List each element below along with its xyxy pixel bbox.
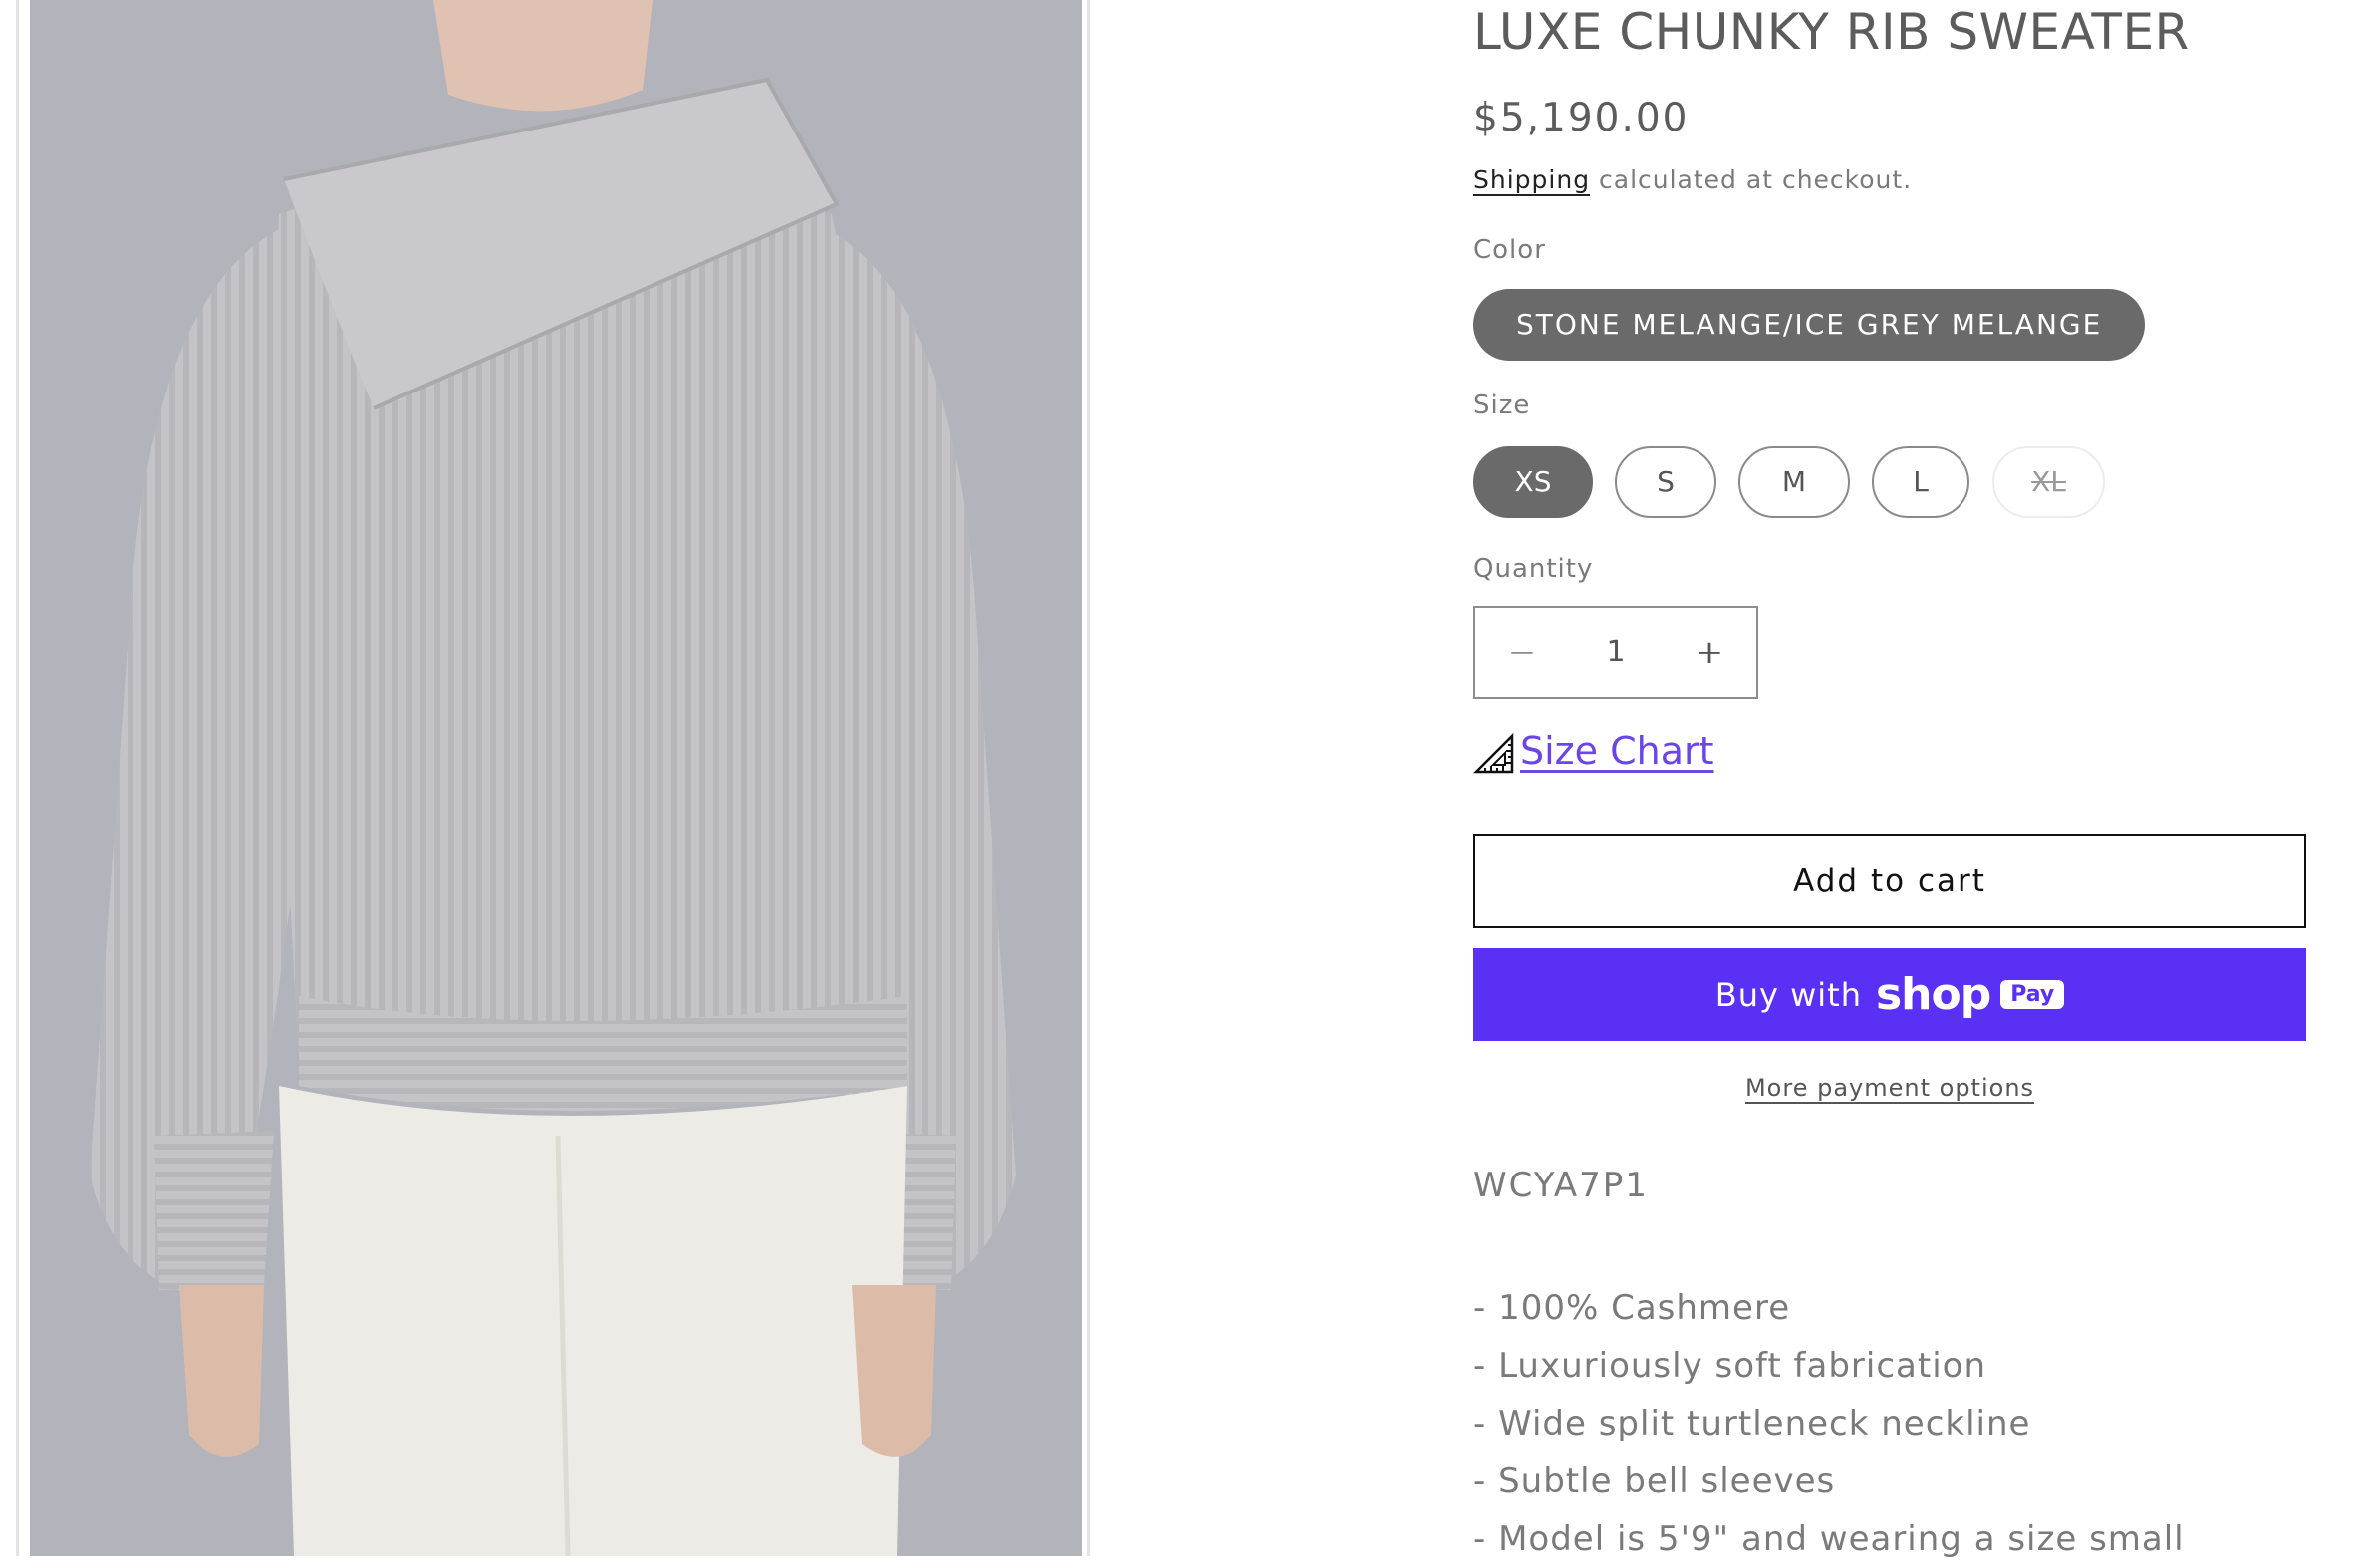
pay-badge: Pay [2000, 980, 2065, 1009]
ruler-icon [1473, 733, 1514, 774]
product-sku: WCYA7P1 [1473, 1166, 1649, 1205]
quantity-decrease-button[interactable]: − [1475, 608, 1569, 697]
list-item: - Luxuriously soft fabrication [1473, 1346, 1986, 1386]
list-item: - Model is 5'9" and wearing a size small [1473, 1519, 2185, 1559]
list-item: - Wide split turtleneck neckline [1473, 1404, 2031, 1443]
product-price: $5,190.00 [1473, 96, 1690, 140]
shipping-note: Shipping calculated at checkout. [1473, 165, 1912, 194]
size-option-m[interactable]: M [1738, 446, 1850, 518]
color-option-stone-melange[interactable]: STONE MELANGE/ICE GREY MELANGE [1473, 289, 2146, 361]
product-title: LUXE CHUNKY RIB SWEATER [1473, 3, 2190, 61]
buy-with-label: Buy with [1714, 975, 1862, 1014]
shop-logo: shop [1875, 969, 1991, 1020]
size-label: Size [1473, 391, 1531, 420]
quantity-increase-button[interactable]: + [1663, 608, 1756, 697]
size-option-s[interactable]: S [1615, 446, 1716, 518]
quantity-input[interactable]: 1 [1569, 608, 1663, 697]
list-item: - Subtle bell sleeves [1473, 1461, 1836, 1501]
size-option-l[interactable]: L [1872, 446, 1969, 518]
list-item: - 100% Cashmere [1473, 1288, 1791, 1328]
product-image-frame [16, 0, 1090, 1556]
add-to-cart-button[interactable]: Add to cart [1473, 834, 2306, 928]
color-label: Color [1473, 235, 1546, 265]
more-payment-options-link[interactable]: More payment options [1473, 1074, 2306, 1102]
shipping-link[interactable]: Shipping [1473, 165, 1590, 194]
buy-with-shop-pay-button[interactable]: Buy with shop Pay [1473, 948, 2306, 1041]
shipping-note-text: calculated at checkout. [1590, 165, 1913, 194]
size-option-xs[interactable]: XS [1473, 446, 1593, 518]
feature-list: - 100% Cashmere - Luxuriously soft fabri… [1473, 1279, 2185, 1568]
quantity-label: Quantity [1473, 554, 1594, 584]
size-option-xl[interactable]: XL [1992, 446, 2105, 518]
quantity-stepper: − 1 + [1473, 606, 1758, 699]
size-chart-link[interactable]: Size Chart [1520, 723, 1714, 779]
product-image[interactable] [30, 0, 1082, 1556]
